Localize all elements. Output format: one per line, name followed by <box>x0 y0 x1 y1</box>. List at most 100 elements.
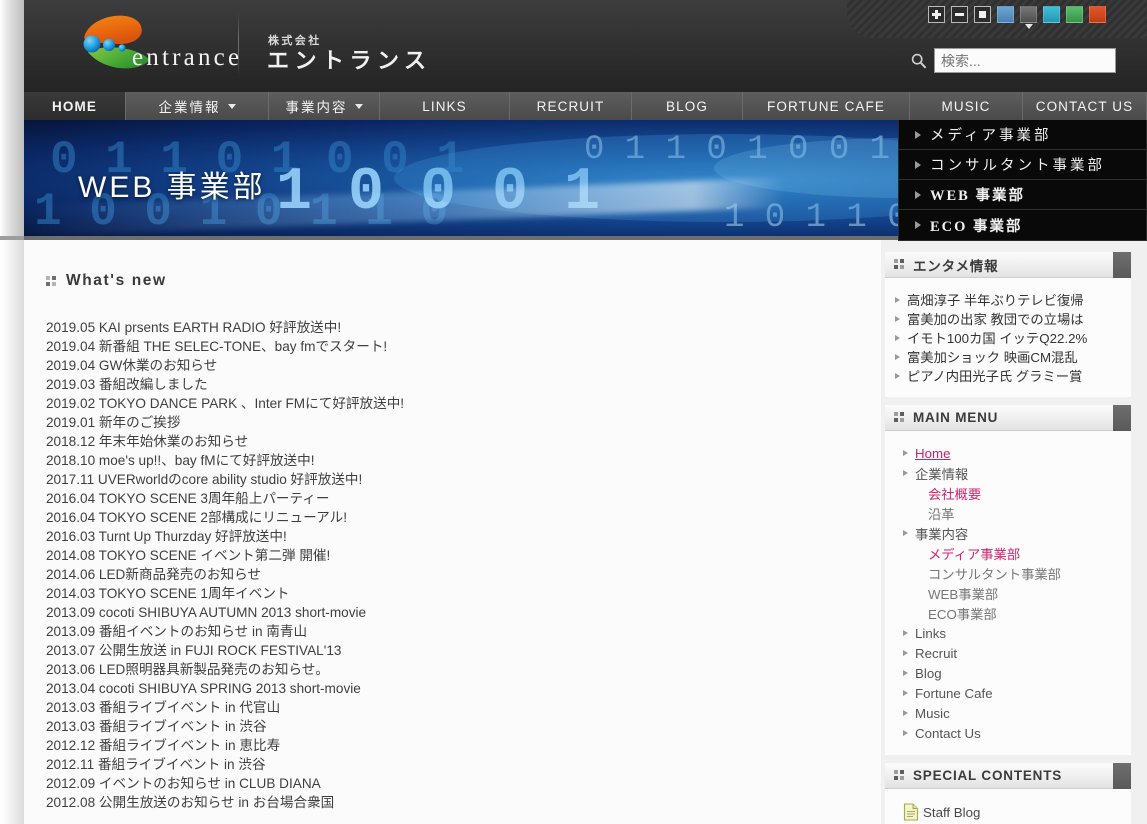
squares-bullet-icon <box>46 275 57 287</box>
news-item[interactable]: 2016.04 TOKYO SCENE 2部構成にリニューアル! <box>44 508 881 527</box>
news-item[interactable]: 2014.06 LED新商品発売のお知らせ <box>44 565 881 584</box>
font-increase-button[interactable] <box>928 6 945 23</box>
submenu-item-web[interactable]: WEB 事業部 <box>899 180 1146 210</box>
squares-bullet-icon <box>894 259 905 270</box>
nav-item-music[interactable]: MUSIC <box>910 92 1023 120</box>
menu-item-blog[interactable]: Blog <box>895 663 1123 683</box>
entame-item[interactable]: 富美加ショック 映画CM混乱 <box>895 347 1123 366</box>
triangle-bullet-icon <box>903 670 908 676</box>
submenu-item-eco[interactable]: ECO 事業部 <box>899 210 1146 240</box>
menu-item-fortune-cafe[interactable]: Fortune Cafe <box>895 683 1123 703</box>
panel-entame: エンタメ情報 高畑淳子 半年ぶりテレビ復帰富美加の出家 教団での立場は イモト10… <box>885 252 1131 397</box>
menu-subitem[interactable]: 沿革 <box>895 503 1123 523</box>
news-item[interactable]: 2019.04 GW休業のお知らせ <box>44 356 881 375</box>
news-item[interactable]: 2012.11 番組ライブイベント in 渋谷 <box>44 755 881 774</box>
nav-label: LINKS <box>422 98 467 114</box>
header-controls <box>928 6 1106 23</box>
menu-item-企業情報[interactable]: 企業情報 <box>895 463 1123 483</box>
news-item[interactable]: 2017.11 UVERworldのcore ability studio 好評… <box>44 470 881 489</box>
news-item[interactable]: 2016.03 Turnt Up Thurzday 好評放送中! <box>44 527 881 546</box>
news-item[interactable]: 2013.06 LED照明器具新製品発売のお知らせ。 <box>44 660 881 679</box>
menu-subitem[interactable]: 会社概要 <box>895 483 1123 503</box>
nav-item-recruit[interactable]: RECRUIT <box>510 92 632 120</box>
site-logo[interactable]: entrance <box>58 8 258 86</box>
news-item[interactable]: 2013.04 cocoti SHIBUYA SPRING 2013 short… <box>44 679 881 698</box>
header-search <box>910 48 1116 73</box>
nav-item-fortune-cafe[interactable]: FORTUNE CAFE <box>743 92 910 120</box>
menu-item-contact-us[interactable]: Contact Us <box>895 723 1123 743</box>
panel-title: エンタメ情報 <box>913 258 999 274</box>
nav-item-links[interactable]: LINKS <box>380 92 510 120</box>
main-content: What's new 2019.05 KAI prsents EARTH RAD… <box>24 240 881 824</box>
news-item[interactable]: 2019.05 KAI prsents EARTH RADIO 好評放送中! <box>44 318 881 337</box>
news-item[interactable]: 2018.12 年末年始休業のお知らせ <box>44 432 881 451</box>
menu-item-home[interactable]: Home <box>895 443 1123 463</box>
news-item[interactable]: 2019.01 新年のご挨拶 <box>44 413 881 432</box>
submenu-label: ECO 事業部 <box>930 218 1023 235</box>
panel-special-contents: SPECIAL CONTENTS Staff Blog <box>885 763 1131 824</box>
news-item[interactable]: 2013.03 番組ライブイベント in 代官山 <box>44 698 881 717</box>
panel-collapse-tab[interactable] <box>1113 252 1131 278</box>
theme-swatch-green[interactable] <box>1066 6 1083 23</box>
theme-swatch-blue[interactable] <box>997 6 1014 23</box>
entame-label: イモト100カ国 イッテQ22.2% <box>907 331 1088 346</box>
menu-subitem[interactable]: コンサルタント事業部 <box>895 563 1123 583</box>
submenu-label: メディア事業部 <box>930 128 1052 144</box>
news-item[interactable]: 2013.09 番組イベントのお知らせ in 南青山 <box>44 622 881 641</box>
news-item[interactable]: 2019.03 番組改編しました <box>44 375 881 394</box>
news-item[interactable]: 2019.04 新番組 THE SELEC-TONE、bay fmでスタート! <box>44 337 881 356</box>
entame-item[interactable]: ピアノ内田光子氏 グラミー賞 <box>895 366 1123 385</box>
font-decrease-button[interactable] <box>951 6 968 23</box>
nav-item-blog[interactable]: BLOG <box>632 92 743 120</box>
nav-item-contact-us[interactable]: CONTACT US <box>1023 92 1147 120</box>
menu-item-recruit[interactable]: Recruit <box>895 643 1123 663</box>
nav-item-business[interactable]: 事業内容 <box>269 92 380 120</box>
submenu-item-media[interactable]: メディア事業部 <box>899 120 1146 150</box>
news-item[interactable]: 2012.08 公開生放送のお知らせ in お台場合衆国 <box>44 793 881 812</box>
news-item[interactable]: 2012.12 番組ライブイベント in 恵比寿 <box>44 736 881 755</box>
menu-sublabel: コンサルタント事業部 <box>928 566 1061 582</box>
triangle-bullet-icon <box>903 650 908 656</box>
news-item[interactable]: 2013.07 公開生放送 in FUJI ROCK FESTIVAL'13 <box>44 641 881 660</box>
menu-subitem[interactable]: メディア事業部 <box>895 543 1123 563</box>
triangle-bullet-icon <box>903 470 908 476</box>
menu-label: 事業内容 <box>915 526 969 542</box>
font-reset-button[interactable] <box>974 6 991 23</box>
nav-item-home[interactable]: HOME <box>24 92 126 120</box>
menu-item-music[interactable]: Music <box>895 703 1123 723</box>
news-item[interactable]: 2014.08 TOKYO SCENE イベント第二弾 開催! <box>44 546 881 565</box>
panel-header-special: SPECIAL CONTENTS <box>885 763 1131 789</box>
entame-item[interactable]: 富美加の出家 教団での立場は <box>895 309 1123 328</box>
nav-item-company-info[interactable]: 企業情報 <box>126 92 269 120</box>
company-name: エントランス <box>267 48 432 73</box>
news-item[interactable]: 2014.03 TOKYO SCENE 1周年イベント <box>44 584 881 603</box>
menu-item-links[interactable]: Links <box>895 623 1123 643</box>
panel-title: MAIN MENU <box>913 410 999 425</box>
panel-collapse-tab[interactable] <box>1113 763 1131 789</box>
entame-item[interactable]: イモト100カ国 イッテQ22.2% <box>895 328 1123 347</box>
news-item[interactable]: 2019.02 TOKYO DANCE PARK 、Inter FMにて好評放送… <box>44 394 881 413</box>
site-header: entrance 株式会社 エントランス <box>24 0 1147 92</box>
theme-swatch-cyan[interactable] <box>1043 6 1060 23</box>
logo-wordmark: entrance <box>132 44 243 71</box>
theme-swatch-orange[interactable] <box>1089 6 1106 23</box>
entame-item[interactable]: 高畑淳子 半年ぶりテレビ復帰 <box>895 290 1123 309</box>
triangle-bullet-icon <box>903 630 908 636</box>
menu-item-事業内容[interactable]: 事業内容 <box>895 523 1123 543</box>
news-item[interactable]: 2016.04 TOKYO SCENE 3周年船上パーティー <box>44 489 881 508</box>
news-item[interactable]: 2013.03 番組ライブイベント in 渋谷 <box>44 717 881 736</box>
theme-swatch-dark[interactable] <box>1020 6 1037 23</box>
search-input[interactable] <box>934 48 1116 73</box>
menu-label: Links <box>915 625 947 641</box>
panel-collapse-tab[interactable] <box>1113 405 1131 431</box>
special-content-item[interactable]: Staff Blog <box>895 803 1123 821</box>
entame-label: 富美加の出家 教団での立場は <box>907 312 1084 327</box>
menu-subitem[interactable]: WEB事業部 <box>895 583 1123 603</box>
news-item[interactable]: 2018.10 moe's up!!、bay fMにて好評放送中! <box>44 451 881 470</box>
news-item[interactable]: 2013.09 cocoti SHIBUYA AUTUMN 2013 short… <box>44 603 881 622</box>
triangle-bullet-icon <box>903 710 908 716</box>
submenu-item-consultant[interactable]: コンサルタント事業部 <box>899 150 1146 180</box>
news-item[interactable]: 2012.09 イベントのお知らせ in CLUB DIANA <box>44 774 881 793</box>
menu-subitem[interactable]: ECO事業部 <box>895 603 1123 623</box>
menu-label: Blog <box>915 665 942 681</box>
